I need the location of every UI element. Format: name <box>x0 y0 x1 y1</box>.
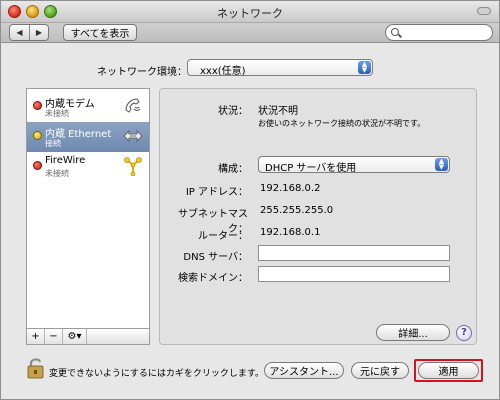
service-status: 未接続 <box>45 169 69 178</box>
revert-button[interactable]: 元に戻す <box>351 362 409 379</box>
detail-panel: 状況： 状況不明 お使いのネットワーク接続の状況が不明です。 構成： DHCP … <box>159 88 477 345</box>
config-value: DHCP サーバを使用 <box>265 163 357 174</box>
dns-field[interactable] <box>258 245 450 261</box>
back-forward-control: ◀ ▶ <box>9 24 49 41</box>
router-label: ルーター： <box>198 231 248 242</box>
service-name: FireWire <box>45 155 86 166</box>
location-label: ネットワーク環境： <box>97 67 187 78</box>
status-label: 状況： <box>218 106 248 117</box>
dns-label: DNS サーバ： <box>183 252 248 263</box>
help-button[interactable]: ? <box>456 325 472 341</box>
network-preferences-window: ネットワーク ◀ ▶ すべてを表示 ネットワーク環境： xxx(任意) ▲ ▼ 内… <box>0 0 500 400</box>
search-domain-field[interactable] <box>258 266 450 282</box>
location-value: xxx(任意) <box>200 66 246 77</box>
popup-arrows-icon: ▲ ▼ <box>358 61 371 74</box>
ip-value: 192.168.0.2 <box>260 183 321 194</box>
status-red-icon <box>33 161 42 170</box>
config-popup[interactable]: DHCP サーバを使用 ▲ ▼ <box>258 156 450 174</box>
firewire-icon <box>124 157 142 176</box>
location-popup[interactable]: xxx(任意) ▲ ▼ <box>187 59 373 77</box>
gear-icon[interactable]: ⚙▾ <box>63 329 87 344</box>
advanced-button[interactable]: 詳細... <box>376 324 450 341</box>
back-icon[interactable]: ◀ <box>10 25 29 40</box>
add-service-button[interactable]: + <box>27 329 45 344</box>
forward-icon[interactable]: ▶ <box>29 25 48 40</box>
status-description: お使いのネットワーク接続の状況が不明です。 <box>258 119 426 128</box>
search-domain-label: 検索ドメイン： <box>178 273 248 284</box>
ethernet-arrows-icon <box>123 130 143 142</box>
toolbar: ◀ ▶ すべてを表示 <box>1 23 499 43</box>
service-status: 未接続 <box>45 109 69 118</box>
service-list-buttons: + − ⚙▾ <box>26 329 150 345</box>
ip-label: IP アドレス： <box>185 187 248 198</box>
subnet-value: 255.255.255.0 <box>260 205 334 216</box>
search-icon <box>391 28 399 36</box>
lock-message: 変更できないようにするにはカギをクリックします。 <box>49 369 265 379</box>
router-value: 192.168.0.1 <box>260 227 321 238</box>
assistant-button[interactable]: アシスタント... <box>264 362 344 379</box>
popup-arrows-icon: ▲ ▼ <box>435 158 448 171</box>
service-list: 内蔵モデム 未接続 内蔵 Ethernet 接続 FireWire 未接続 <box>26 88 150 329</box>
apply-highlight-box <box>414 359 483 382</box>
window-title: ネットワーク <box>217 7 283 20</box>
status-yellow-icon <box>33 131 42 140</box>
service-item-modem[interactable]: 内蔵モデム 未接続 <box>27 92 149 122</box>
remove-service-button[interactable]: − <box>45 329 63 344</box>
status-red-icon <box>33 101 42 110</box>
status-value: 状況不明 <box>258 106 298 117</box>
service-item-firewire[interactable]: FireWire 未接続 <box>27 152 149 182</box>
modem-phone-icon <box>125 98 141 113</box>
show-all-button[interactable]: すべてを表示 <box>63 24 137 41</box>
lock-icon[interactable] <box>27 357 45 379</box>
service-status: 接続 <box>45 139 61 148</box>
search-field[interactable] <box>385 24 493 41</box>
title-bar: ネットワーク <box>1 1 499 23</box>
toolbar-toggle-button[interactable] <box>477 7 491 15</box>
service-item-ethernet[interactable]: 内蔵 Ethernet 接続 <box>27 122 149 152</box>
config-label: 構成： <box>218 164 248 175</box>
